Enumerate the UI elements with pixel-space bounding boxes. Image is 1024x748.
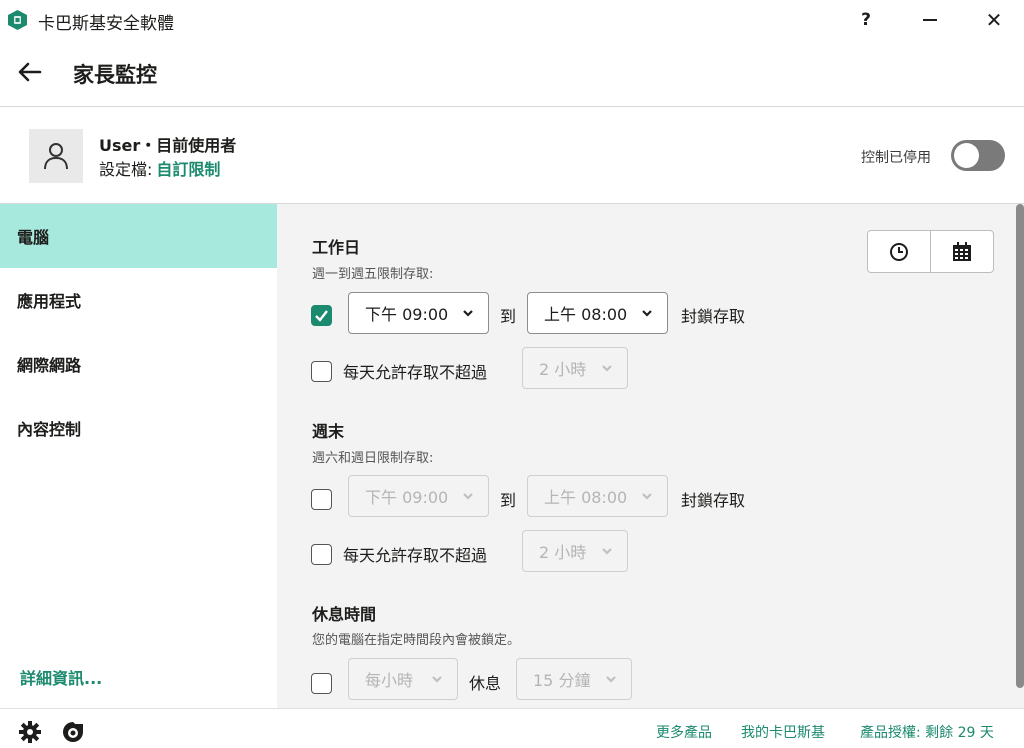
page-title: 家長監控 — [73, 63, 157, 87]
gear-icon[interactable] — [18, 720, 42, 744]
chevron-down-icon — [463, 310, 473, 317]
title-bar: 卡巴斯基安全軟體 ? ✕ — [0, 0, 1024, 40]
chevron-down-icon — [602, 365, 612, 372]
weekend-from-select[interactable]: 下午 09:00 — [348, 475, 489, 517]
breaks-checkbox[interactable] — [311, 673, 332, 694]
workdays-limit-select[interactable]: 2 小時 — [522, 347, 628, 389]
back-arrow-icon[interactable] — [16, 60, 44, 84]
sidebar-item-internet[interactable]: 網際網路 — [0, 332, 277, 396]
chevron-down-icon — [642, 493, 652, 500]
workdays-limit-value: 2 小時 — [539, 360, 587, 379]
sidebar-item-content-control[interactable]: 內容控制 — [0, 396, 277, 460]
breaks-duration-value: 15 分鐘 — [533, 671, 591, 690]
my-kaspersky-link[interactable]: 我的卡巴斯基 — [741, 722, 825, 742]
support-icon[interactable] — [61, 720, 85, 744]
weekend-from-value: 下午 09:00 — [365, 488, 449, 507]
help-button[interactable]: ? — [851, 6, 881, 34]
scrollbar[interactable] — [1016, 204, 1024, 688]
avatar — [29, 129, 83, 183]
kaspersky-logo-icon — [8, 10, 27, 30]
weekend-limit-checkbox[interactable] — [311, 544, 332, 565]
clock-icon — [890, 242, 908, 261]
workdays-to-select[interactable]: 上午 08:00 — [527, 292, 668, 334]
weekend-title: 週末 — [312, 422, 345, 441]
breaks-interval-value: 每小時 — [365, 671, 414, 690]
weekend-to-label: 到 — [500, 491, 517, 510]
control-toggle[interactable] — [951, 140, 1005, 171]
user-name: User・目前使用者 — [99, 136, 237, 155]
breaks-title: 休息時間 — [312, 605, 377, 624]
workdays-block-label: 封鎖存取 — [681, 307, 746, 326]
user-icon — [44, 143, 68, 170]
minimize-icon — [923, 19, 937, 21]
sidebar: 電腦 應用程式 網際網路 內容控制 — [0, 204, 277, 708]
workdays-desc: 週一到週五限制存取: — [312, 267, 434, 282]
minimize-button[interactable] — [915, 6, 945, 34]
weekend-desc: 週六和週日限制存取: — [312, 451, 434, 466]
weekend-limit-label: 每天允許存取不超過 — [343, 546, 488, 565]
view-toggle-group — [867, 230, 994, 273]
profile-line: 設定檔: 自訂限制 — [99, 156, 220, 180]
weekend-to-value: 上午 08:00 — [544, 488, 628, 507]
clock-view-button[interactable] — [868, 231, 930, 272]
divider — [0, 106, 1024, 107]
weekend-to-select[interactable]: 上午 08:00 — [527, 475, 668, 517]
workdays-limit-label: 每天允許存取不超過 — [343, 363, 488, 382]
breaks-interval-select[interactable]: 每小時 — [348, 658, 458, 700]
breaks-desc: 您的電腦在指定時間段內會被鎖定。 — [312, 633, 521, 648]
sidebar-item-applications[interactable]: 應用程式 — [0, 268, 277, 332]
more-products-link[interactable]: 更多產品 — [656, 722, 712, 742]
weekend-limit-select[interactable]: 2 小時 — [522, 530, 628, 572]
breaks-rest-label: 休息 — [469, 674, 502, 693]
weekend-block-checkbox[interactable] — [311, 489, 332, 510]
workdays-title: 工作日 — [312, 238, 361, 257]
checkmark-icon — [315, 310, 328, 322]
divider — [0, 708, 1024, 709]
chevron-down-icon — [463, 493, 473, 500]
app-title: 卡巴斯基安全軟體 — [38, 14, 174, 34]
sidebar-item-computer[interactable]: 電腦 — [0, 204, 277, 268]
workdays-to-label: 到 — [500, 307, 517, 326]
calendar-view-button[interactable] — [930, 231, 993, 272]
chevron-down-icon — [606, 676, 616, 683]
chevron-down-icon — [642, 310, 652, 317]
workdays-limit-checkbox[interactable] — [311, 361, 332, 382]
chevron-down-icon — [432, 676, 442, 683]
calendar-icon — [953, 241, 971, 261]
breaks-duration-select[interactable]: 15 分鐘 — [516, 658, 632, 700]
close-button[interactable]: ✕ — [979, 6, 1009, 34]
profile-link[interactable]: 自訂限制 — [156, 160, 220, 179]
chevron-down-icon — [602, 548, 612, 555]
control-status-label: 控制已停用 — [861, 150, 931, 166]
weekend-limit-value: 2 小時 — [539, 543, 587, 562]
weekend-block-label: 封鎖存取 — [681, 491, 746, 510]
workdays-from-select[interactable]: 下午 09:00 — [348, 292, 489, 334]
workdays-to-value: 上午 08:00 — [544, 305, 628, 324]
workdays-block-checkbox[interactable] — [311, 305, 332, 326]
license-link[interactable]: 產品授權: 剩餘 29 天 — [860, 722, 994, 742]
profile-label: 設定檔: — [99, 160, 153, 179]
more-info-link[interactable]: 詳細資訊... — [20, 665, 102, 689]
toggle-knob — [954, 143, 979, 168]
workdays-from-value: 下午 09:00 — [365, 305, 449, 324]
